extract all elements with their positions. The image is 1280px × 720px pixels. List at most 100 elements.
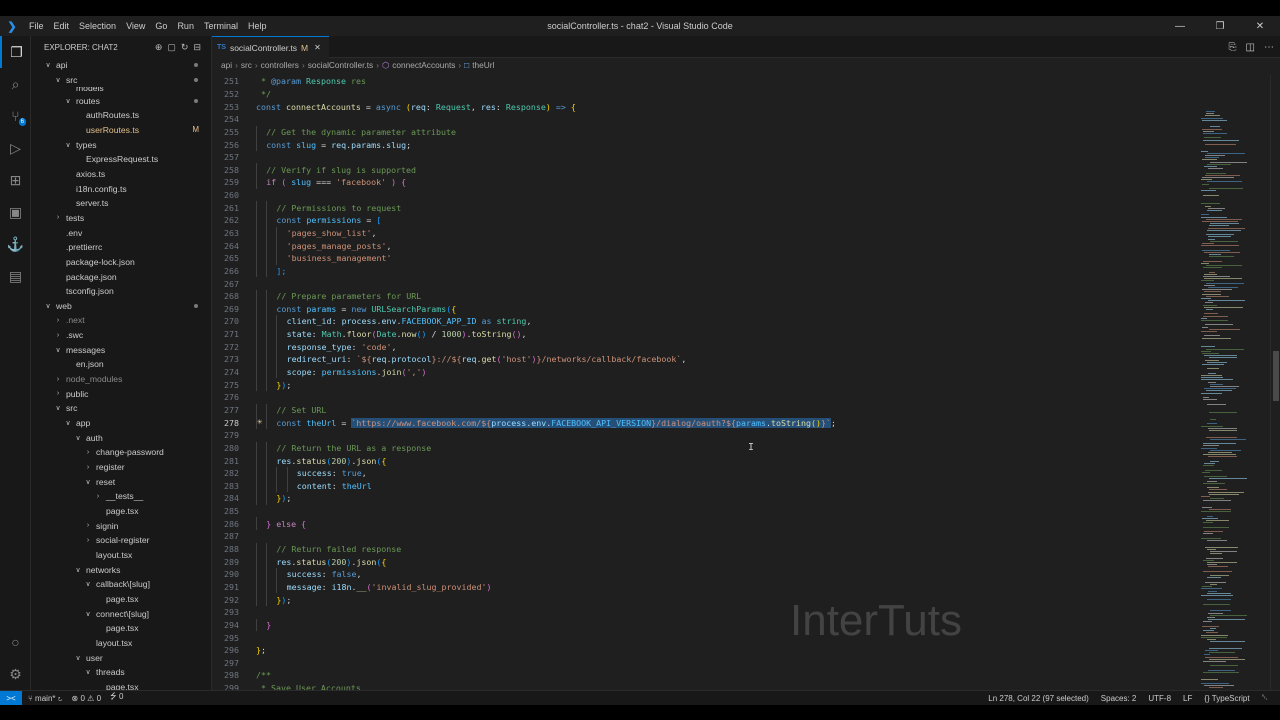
code-line[interactable]: 252 */ — [212, 88, 1197, 101]
tree-item[interactable]: page.tsx — [31, 680, 211, 690]
code-line[interactable]: 292}); — [212, 593, 1197, 606]
code-line[interactable]: 263 'pages_show_list', — [212, 226, 1197, 240]
tree-item[interactable]: authRoutes.ts — [31, 108, 211, 123]
code-line[interactable]: 295 — [212, 631, 1197, 644]
manage-gear-icon[interactable]: ⚙ — [0, 658, 31, 690]
vertical-scrollbar[interactable] — [1270, 75, 1280, 690]
collapse-all-icon[interactable]: ⊟ — [193, 42, 201, 53]
code-line[interactable]: 274 scope: permissions.join(',') — [212, 365, 1197, 379]
split-editor-icon[interactable]: ◫ — [1246, 42, 1255, 53]
end-of-line[interactable]: LF — [1183, 694, 1192, 703]
code-line[interactable]: 268 // Prepare parameters for URL — [212, 289, 1197, 303]
minimap[interactable] — [1197, 75, 1267, 690]
menu-terminal[interactable]: Terminal — [199, 21, 243, 31]
tree-item[interactable]: tsconfig.json — [31, 284, 211, 299]
tree-item[interactable]: ∨ connect\[slug] — [31, 606, 211, 621]
minimize-icon[interactable]: — — [1160, 16, 1200, 36]
tree-item[interactable]: › social-register — [31, 533, 211, 548]
search-icon[interactable]: ⌕ — [0, 68, 31, 100]
tree-item[interactable]: package.json — [31, 269, 211, 284]
new-file-icon[interactable]: ⊕ — [155, 42, 163, 53]
code-line[interactable]: 286} else { — [212, 517, 1197, 531]
code-line[interactable]: 285 — [212, 505, 1197, 518]
problems-indicator[interactable]: ⊗ 0 ⚠ 0 — [72, 694, 101, 703]
code-line[interactable]: 269 const params = new URLSearchParams({ — [212, 302, 1197, 316]
run-debug-icon[interactable]: ▷ — [0, 132, 31, 164]
tree-item[interactable]: › node_modules — [31, 372, 211, 387]
code-line[interactable]: 273 redirect_uri: `${req.protocol}://${re… — [212, 353, 1197, 366]
tree-item[interactable]: › __tests__ — [31, 489, 211, 504]
tree-item[interactable]: page.tsx — [31, 504, 211, 519]
tree-item[interactable]: page.tsx — [31, 592, 211, 607]
code-line[interactable]: 283 content: theUrl — [212, 479, 1197, 493]
more-actions-icon[interactable]: ⋯ — [1264, 42, 1274, 53]
breadcrumb-item[interactable]: theUrl — [472, 60, 494, 70]
api-icon[interactable]: ▤ — [0, 260, 31, 292]
tree-item[interactable]: › public — [31, 386, 211, 401]
code-line[interactable]: 254 — [212, 113, 1197, 126]
language-mode[interactable]: {} TypeScript — [1204, 694, 1249, 703]
tree-item[interactable]: en.json — [31, 357, 211, 372]
branch-indicator[interactable]: ⑂ main* ↻ — [28, 694, 63, 703]
tree-item[interactable]: layout.tsx — [31, 636, 211, 651]
tree-item[interactable]: axios.ts — [31, 167, 211, 182]
code-line[interactable]: 275}); — [212, 378, 1197, 392]
code-line[interactable]: 270 client_id: process.env.FACEBOOK_APP_I… — [212, 315, 1197, 328]
tree-item[interactable]: › .next — [31, 313, 211, 328]
cursor-position[interactable]: Ln 278, Col 22 (97 selected) — [988, 694, 1089, 703]
tree-item[interactable]: ExpressRequest.ts — [31, 152, 211, 167]
code-line[interactable]: 296}; — [212, 644, 1197, 657]
tree-item[interactable]: ∨ networks — [31, 562, 211, 577]
breadcrumb-item[interactable]: api — [221, 60, 232, 70]
tree-item[interactable]: ∨ api — [31, 58, 211, 73]
tree-item[interactable]: .env — [31, 225, 211, 240]
breadcrumb-item[interactable]: src — [241, 60, 252, 70]
code-line[interactable]: 251 * @param Response res — [212, 75, 1197, 88]
code-line[interactable]: 261 // Permissions to request — [212, 201, 1197, 215]
scrollbar-thumb[interactable] — [1273, 351, 1279, 401]
menu-view[interactable]: View — [121, 21, 150, 31]
tree-item[interactable]: server.ts — [31, 196, 211, 211]
code-line[interactable]: 279 — [212, 429, 1197, 442]
extensions-icon[interactable]: ⊞ — [0, 164, 31, 196]
code-line[interactable]: 259 if ( slug === 'facebook' ) { — [212, 176, 1197, 189]
tree-item[interactable]: .prettierrc — [31, 240, 211, 255]
code-line[interactable]: 278 ☀ const theUrl = `https://www.facebook… — [212, 416, 1197, 429]
remote-explorer-icon[interactable]: ▣ — [0, 196, 31, 228]
tree-item[interactable]: ∨ src — [31, 73, 211, 88]
ports-indicator[interactable]: ⭍ 0 — [110, 691, 123, 705]
code-line[interactable]: 291 message: i18n.__('invalid_slug_provid… — [212, 580, 1197, 594]
code-line[interactable]: 272 response_type: 'code', — [212, 340, 1197, 354]
menu-run[interactable]: Run — [172, 21, 199, 31]
tree-item[interactable]: package-lock.json — [31, 255, 211, 270]
menu-selection[interactable]: Selection — [74, 21, 121, 31]
close-window-icon[interactable]: ✕ — [1240, 16, 1280, 36]
tree-item[interactable]: ∨ web — [31, 299, 211, 314]
code-line[interactable]: 256 const slug = req.params.slug; — [212, 138, 1197, 151]
encoding[interactable]: UTF-8 — [1148, 694, 1171, 703]
tree-item[interactable]: ∨ user — [31, 650, 211, 665]
code-line[interactable]: 294} — [212, 618, 1197, 632]
new-folder-icon[interactable]: ▢ — [167, 42, 176, 53]
code-line[interactable]: 280 // Return the URL as a response — [212, 441, 1197, 455]
docker-icon[interactable]: ⚓ — [0, 228, 31, 260]
lightbulb-icon[interactable]: ☀ — [257, 418, 262, 428]
code-line[interactable]: 298 /** — [212, 669, 1197, 682]
tree-item[interactable]: ∨ threads — [31, 665, 211, 680]
code-line[interactable]: 266]; — [212, 264, 1197, 278]
open-changes-icon[interactable]: ⎘ — [1229, 42, 1237, 53]
code-line[interactable]: 253 const connectAccounts = async (req: R… — [212, 100, 1197, 113]
code-line[interactable]: 265 'business_management' — [212, 251, 1197, 265]
source-control-icon[interactable]: ⑂ 6 — [0, 100, 31, 132]
explorer-icon[interactable]: ❐ — [0, 36, 31, 68]
tree-item[interactable]: › register — [31, 460, 211, 475]
tree-item[interactable]: ∨ types — [31, 137, 211, 152]
tree-item[interactable]: ∨ src — [31, 401, 211, 416]
code-line[interactable]: 299 * Save User Accounts — [212, 682, 1197, 690]
code-line[interactable]: 284}); — [212, 492, 1197, 505]
account-icon[interactable]: ○ — [0, 626, 31, 658]
menu-file[interactable]: File — [24, 21, 49, 31]
indentation[interactable]: Spaces: 2 — [1101, 694, 1137, 703]
tree-item[interactable]: i18n.config.ts — [31, 181, 211, 196]
tree-item[interactable]: ∨ reset — [31, 474, 211, 489]
